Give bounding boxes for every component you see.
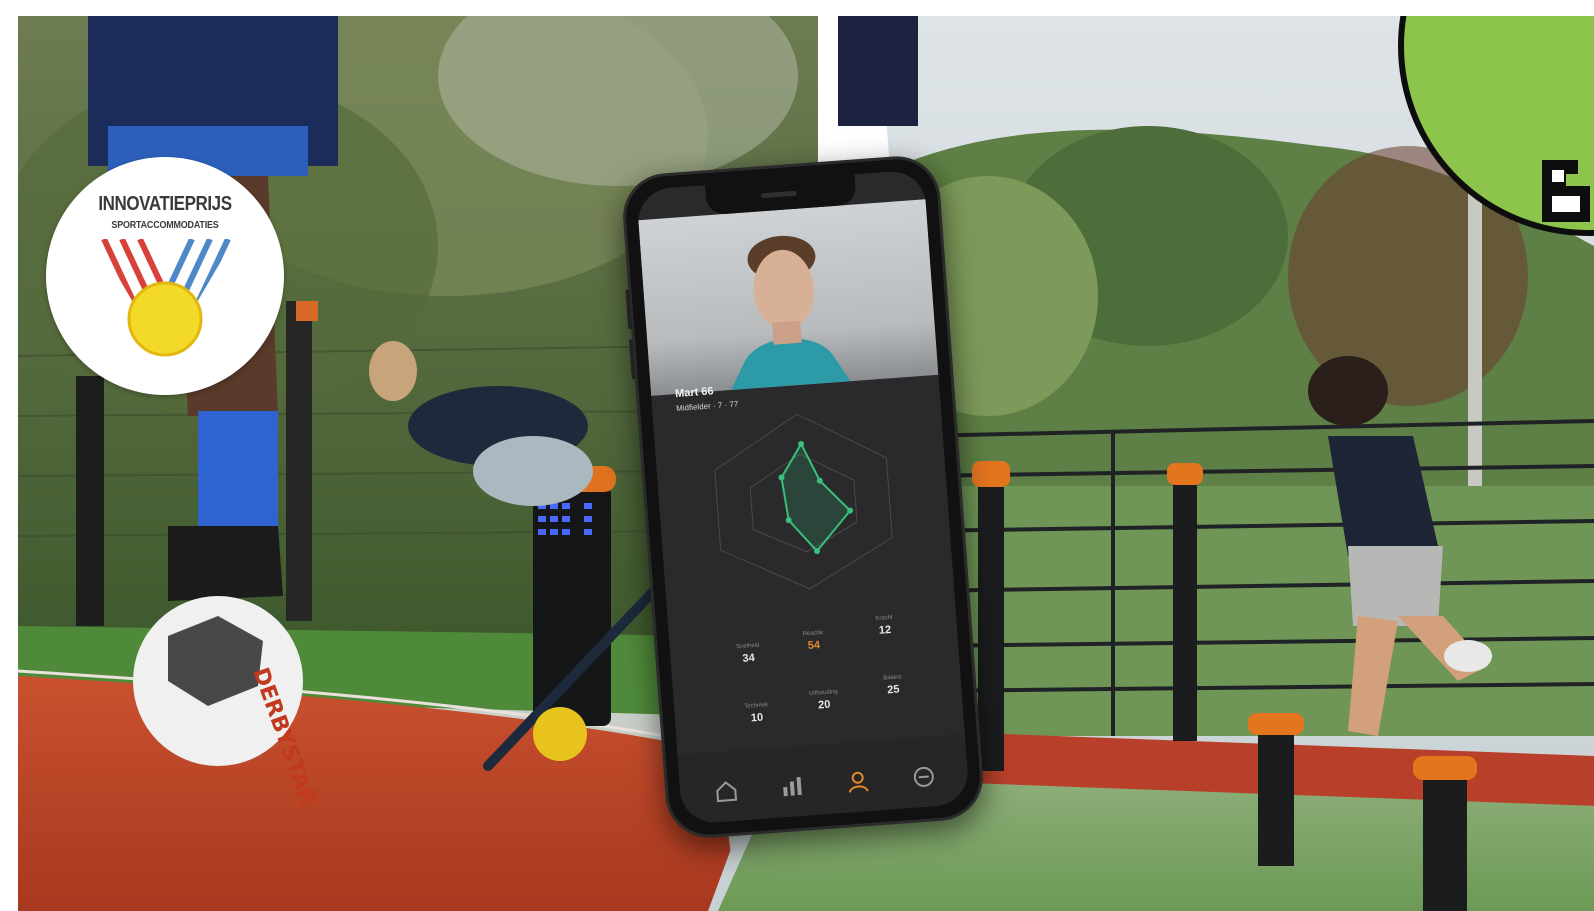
badge-subtitle: SPORTACCOMMODATIES [111,219,219,231]
hero-photo: DERBYSTAR INNOVATIEPRIJS SPORTACCOMMODAT… [18,16,1594,911]
stat-value: 10 [750,711,764,725]
stat-value: 25 [886,683,900,697]
stat-value: 20 [817,698,831,712]
stat-value: 54 [807,639,821,653]
settings-icon[interactable] [911,764,937,790]
stat-item: Balans 25 [862,673,923,698]
badge-title: INNOVATIEPRIJS [98,193,232,215]
stat-item: Uithouding 20 [793,688,854,713]
skills-radar-chart [714,413,893,590]
player-portrait [730,235,851,390]
stat-item: Snelheid 34 [718,641,779,666]
app-tab-bar [677,733,970,825]
innovation-award-badge: INNOVATIEPRIJS SPORTACCOMMODATIES [46,157,284,395]
stat-item: Reactie 54 [783,628,844,653]
app-screen: Mart 66 Midfielder · 7 · 77 Snelheid 34 [636,169,970,825]
stat-item: Techniek 10 [726,701,787,726]
player-name: Mart 66 [674,385,714,401]
stats-icon[interactable] [779,774,805,800]
profile-icon[interactable] [845,769,871,795]
player-photo: Mart 66 Midfielder · 7 · 77 [638,199,939,413]
home-icon[interactable] [714,779,740,805]
stat-value: 34 [742,651,756,665]
smartphone: Mart 66 Midfielder · 7 · 77 Snelheid 34 [620,153,986,841]
stat-item: Kracht 12 [854,613,915,638]
stat-value: 12 [878,623,892,637]
brand-mark-icon [1542,160,1590,222]
radar-shape [780,441,852,553]
